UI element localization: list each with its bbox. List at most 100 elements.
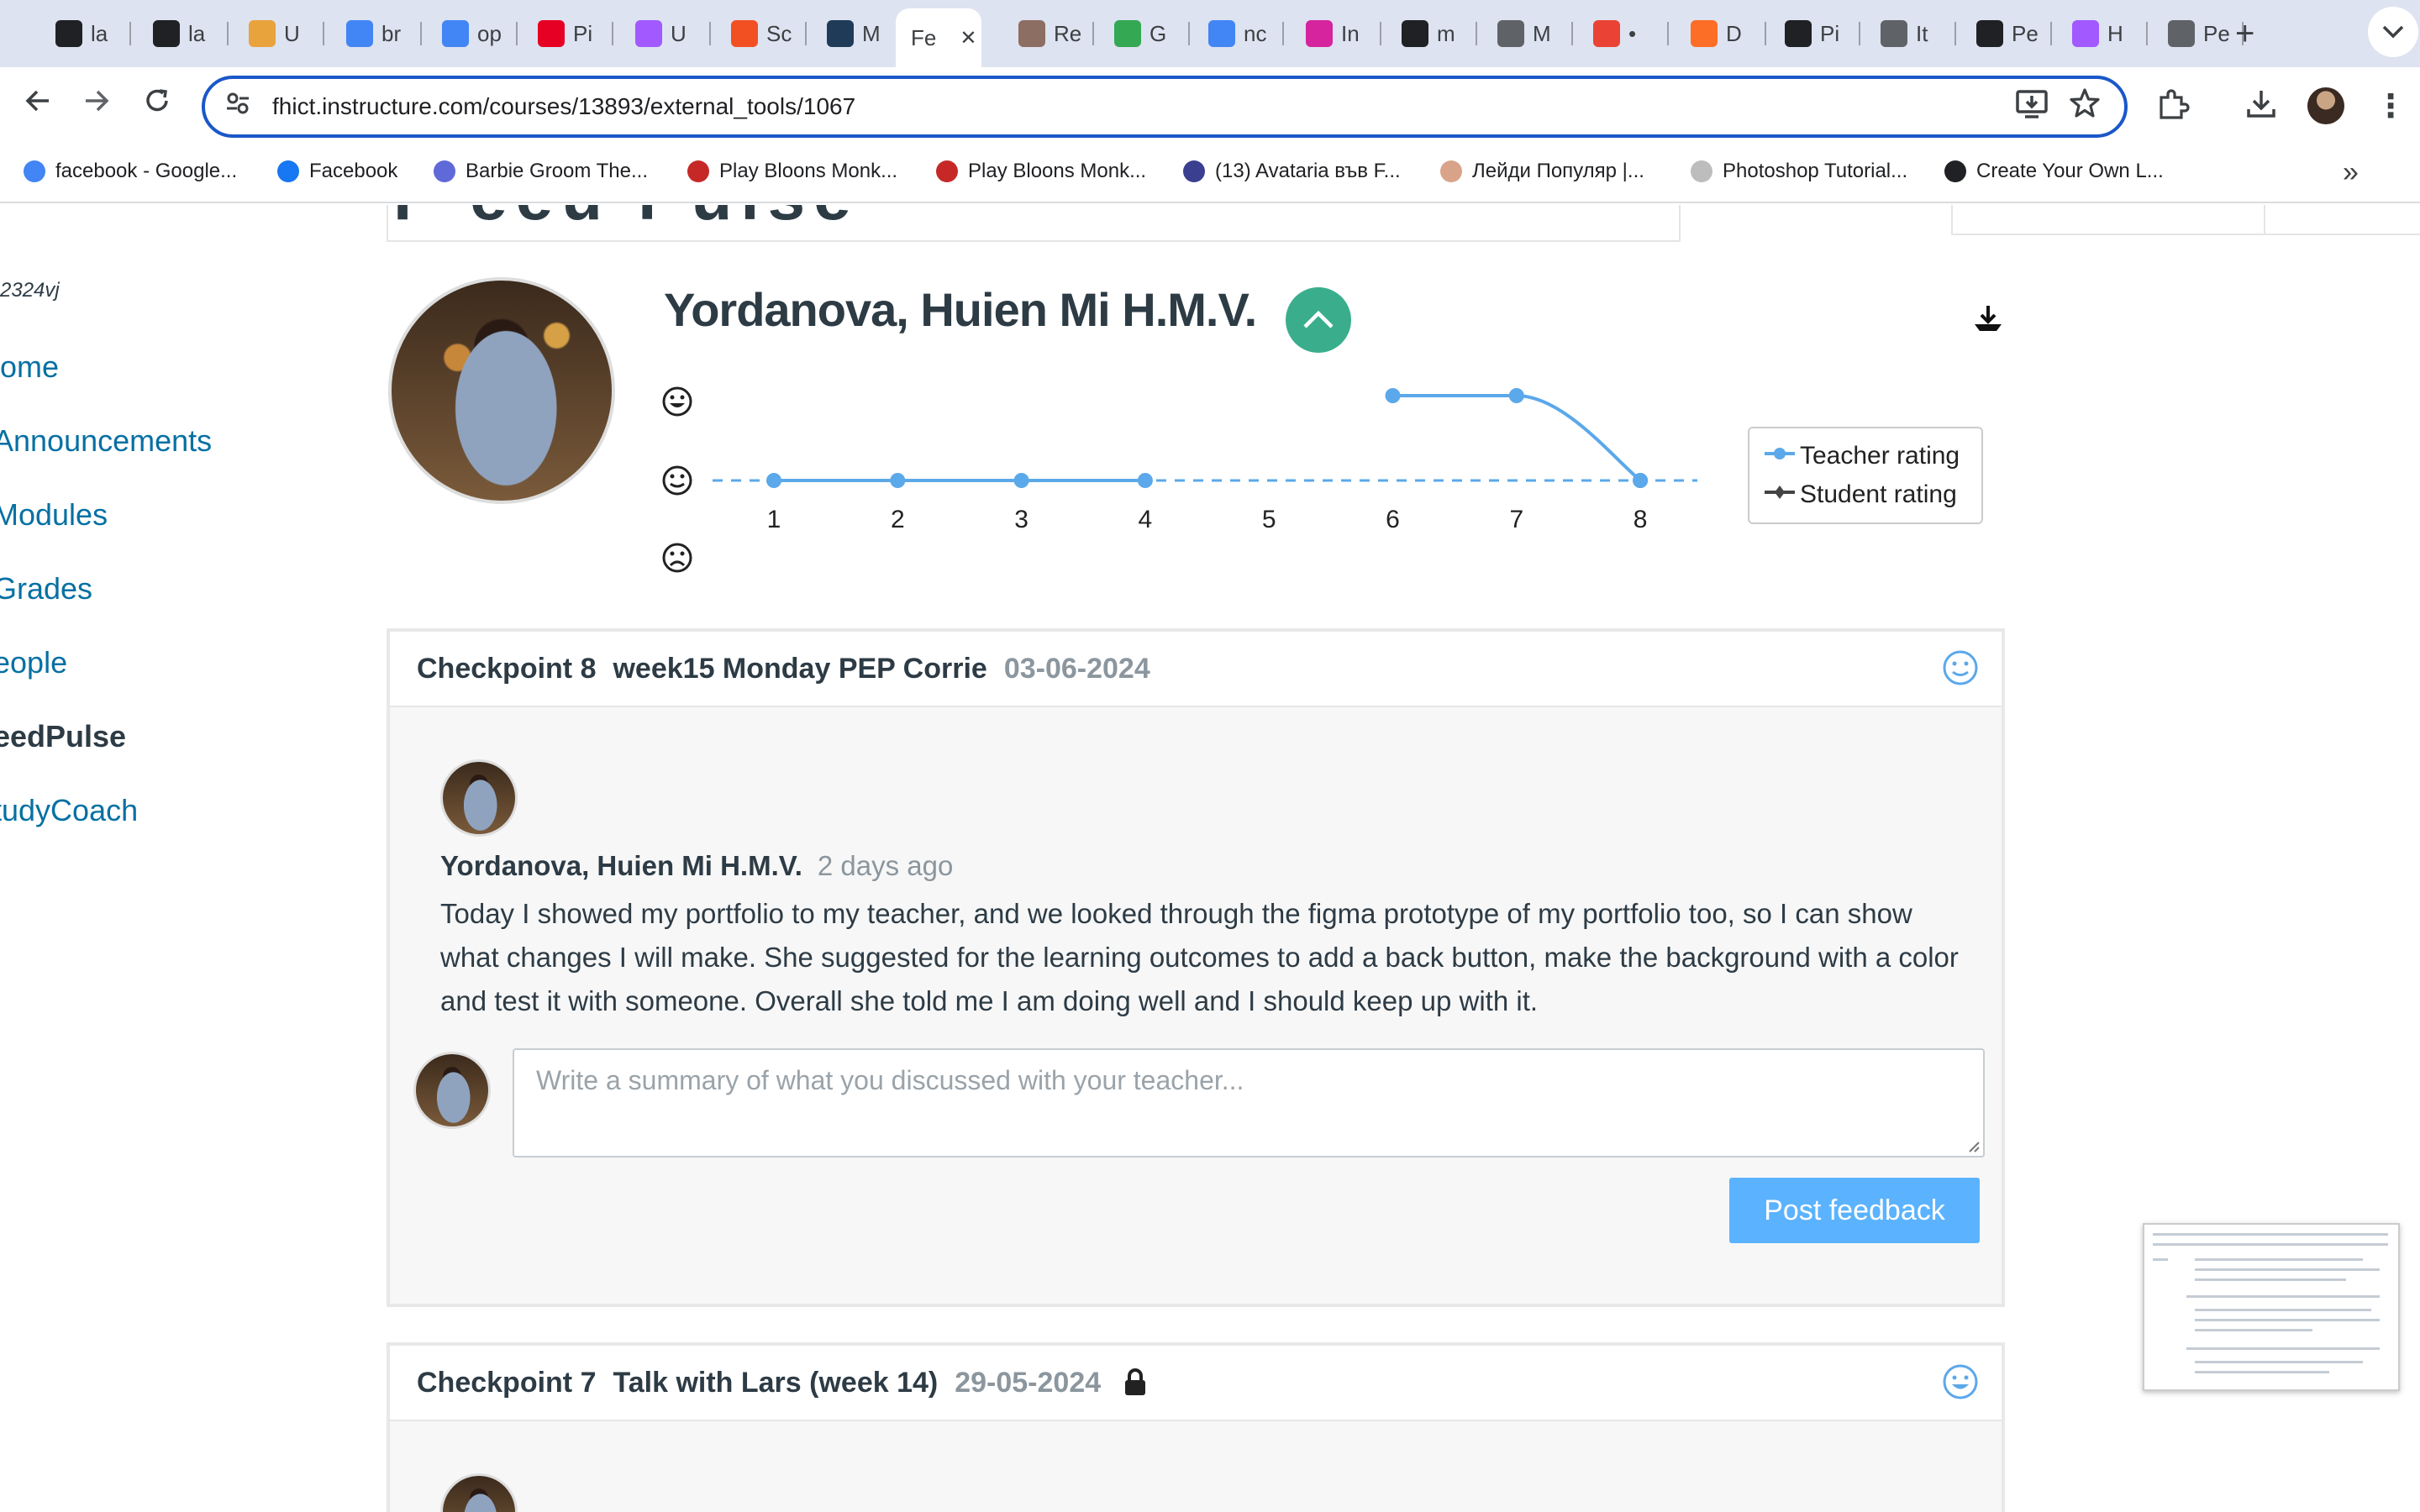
collapse-button[interactable] — [1286, 287, 1351, 353]
bookmark-item[interactable]: Facebook — [277, 160, 397, 183]
browser-tab[interactable]: br — [331, 12, 422, 55]
browser-tab[interactable]: It — [1865, 12, 1956, 55]
browser-tab[interactable]: nc — [1193, 12, 1284, 55]
browser-tab[interactable]: M — [812, 12, 902, 55]
new-tab-button[interactable]: + — [2235, 15, 2254, 53]
sidebar-item-grades[interactable]: Grades — [0, 571, 92, 606]
data-point[interactable] — [1137, 473, 1153, 488]
sidebar-item-home[interactable]: lome — [0, 349, 59, 385]
data-point[interactable] — [1508, 388, 1524, 403]
browser-tab[interactable]: Sc — [716, 12, 807, 55]
bookmark-item[interactable]: (13) Avataria във F... — [1183, 160, 1401, 183]
dark-logo-icon — [1785, 20, 1812, 47]
instagram-icon — [1306, 20, 1333, 47]
sidebar-item-feedpulse[interactable]: eedPulse — [0, 719, 126, 754]
checkpoint-header: Checkpoint 8 week15 Monday PEP Corrie 03… — [390, 632, 2002, 707]
smiley-rating-icon[interactable] — [1941, 1362, 1980, 1401]
install-app-icon[interactable] — [2015, 87, 2049, 129]
bookmark-item[interactable]: Create Your Own L... — [1944, 160, 2164, 183]
download-button[interactable] — [1971, 302, 2005, 336]
bookmark-star-icon[interactable] — [2069, 87, 2101, 127]
browser-tab[interactable]: G — [1099, 12, 1190, 55]
tab-label: U — [671, 20, 687, 46]
globe-icon — [2168, 20, 2195, 47]
bookmark-item[interactable]: Barbie Groom The... — [434, 160, 648, 183]
figma-icon — [2072, 20, 2099, 47]
data-point[interactable] — [1013, 473, 1029, 488]
data-point[interactable] — [890, 473, 906, 488]
browser-tab[interactable]: m — [1386, 12, 1477, 55]
sad-face-icon — [660, 541, 694, 575]
bookmark-item[interactable]: Play Bloons Monk... — [687, 160, 897, 183]
reload-button[interactable] — [136, 86, 178, 123]
close-tab-icon[interactable]: ✕ — [960, 26, 976, 50]
browser-tab[interactable]: Pi — [1770, 12, 1860, 55]
sidebar-item-people[interactable]: eople — [0, 645, 67, 680]
browser-tab[interactable]: H — [2057, 12, 2148, 55]
browser-tab[interactable]: Pe — [1961, 12, 2052, 55]
resize-handle-icon[interactable] — [1966, 1139, 1980, 1152]
screen-preview-thumbnail[interactable] — [2143, 1223, 2400, 1391]
legend-student: Student rating — [1800, 480, 1957, 508]
chrome-icon — [1593, 20, 1620, 47]
data-point[interactable] — [766, 473, 781, 488]
browser-tab[interactable]: Pi — [523, 12, 613, 55]
hat-icon — [249, 20, 276, 47]
checkpoint-date: 03-06-2024 — [1003, 652, 1150, 685]
legend-student-marker — [1765, 486, 1795, 499]
bookmark-favicon-icon — [1691, 160, 1712, 182]
bookmark-label: Play Bloons Monk... — [719, 160, 898, 182]
post-time: 2 days ago — [817, 850, 954, 881]
browser-tab[interactable]: U — [620, 12, 711, 55]
browser-tab[interactable]: In — [1291, 12, 1381, 55]
x-tick-label: 8 — [1634, 506, 1648, 533]
bookmark-item[interactable]: facebook - Google... — [24, 160, 237, 183]
back-button[interactable] — [17, 86, 59, 123]
pinterest-icon — [538, 20, 565, 47]
forward-button[interactable] — [76, 86, 118, 123]
browser-tab[interactable]: U — [234, 12, 324, 55]
address-bar[interactable]: fhict.instructure.com/courses/13893/exte… — [202, 76, 2128, 138]
reply-avatar — [413, 1052, 491, 1129]
bookmark-item[interactable]: Photoshop Tutorial... — [1691, 160, 1907, 183]
series-line — [1516, 394, 1642, 482]
sidebar-item-modules[interactable]: Modules — [0, 497, 108, 533]
tab-label: • — [1628, 20, 1637, 46]
x-tick-label: 7 — [1509, 506, 1523, 533]
medium-icon — [1976, 20, 2003, 47]
browser-tab[interactable]: Re — [1003, 12, 1094, 55]
post-feedback-button[interactable]: Post feedback — [1729, 1178, 1980, 1243]
tab-label: G — [1150, 20, 1167, 46]
author-name: Yordanova, Huien Mi H.M.V. — [440, 850, 802, 881]
extensions-icon[interactable] — [2156, 87, 2190, 129]
tab-label: It — [1916, 20, 1928, 46]
profile-avatar[interactable] — [2307, 87, 2344, 124]
browser-tab[interactable]: la — [138, 12, 229, 55]
tab-search-button[interactable] — [2368, 7, 2418, 57]
tab-label: Pe — [2203, 20, 2230, 46]
browser-tab[interactable]: la — [40, 12, 131, 55]
x-tick-label: 6 — [1386, 506, 1400, 533]
sidebar-item-studycoach[interactable]: tudyCoach — [0, 793, 138, 828]
site-settings-icon[interactable] — [225, 91, 250, 123]
summary-textarea[interactable]: Write a summary of what you discussed wi… — [513, 1048, 1985, 1158]
downloads-icon[interactable] — [2245, 87, 2277, 127]
bookmarks-overflow-icon[interactable]: » — [2343, 156, 2359, 189]
browser-tab[interactable]: D — [1676, 12, 1766, 55]
data-point[interactable] — [1385, 388, 1401, 403]
browser-tab[interactable]: Pe — [2153, 12, 2244, 55]
browser-tab[interactable]: op — [427, 12, 518, 55]
browser-tab[interactable]: • — [1578, 12, 1669, 55]
browser-tab[interactable]: Fe ✕ — [896, 8, 981, 67]
legend-teacher: Teacher rating — [1800, 442, 1960, 470]
data-point[interactable] — [1633, 473, 1649, 488]
smiley-rating-icon[interactable] — [1941, 648, 1980, 687]
sidebar-item-announcements[interactable]: Announcements — [0, 423, 212, 459]
gitlab-icon — [1691, 20, 1718, 47]
checkpoint-body: Yordanova, Huien Mi H.M.V. 2 days ago Tod… — [390, 707, 2002, 1304]
browser-tab[interactable]: M — [1482, 12, 1573, 55]
bookmark-item[interactable]: Play Bloons Monk... — [936, 160, 1146, 183]
arrow-right-icon — [86, 90, 109, 112]
browser-menu-icon[interactable]: ⋮ — [2375, 87, 2407, 125]
bookmark-item[interactable]: Лейди Популяр |... — [1440, 160, 1644, 183]
